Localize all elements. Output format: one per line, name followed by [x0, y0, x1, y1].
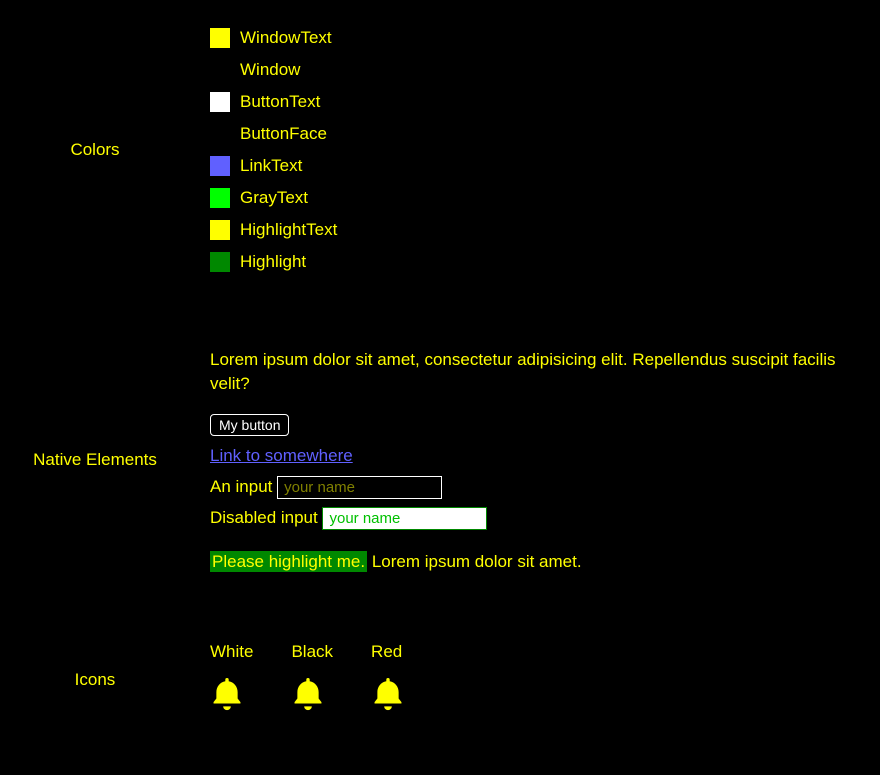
- sample-link[interactable]: Link to somewhere: [210, 446, 353, 465]
- color-name: LinkText: [240, 156, 302, 176]
- color-row: WindowText: [210, 22, 860, 54]
- bell-icon: [371, 676, 405, 719]
- bell-icon: [210, 676, 244, 719]
- input-label: An input: [210, 477, 272, 496]
- color-swatch: [210, 220, 230, 240]
- color-row: Highlight: [210, 246, 860, 278]
- highlight-paragraph: Please highlight me. Lorem ipsum dolor s…: [210, 552, 860, 572]
- icon-item: White: [210, 642, 253, 719]
- native-elements-section: Native Elements Lorem ipsum dolor sit am…: [0, 348, 880, 572]
- icon-label: Black: [291, 642, 333, 662]
- color-name: WindowText: [240, 28, 332, 48]
- icon-item: Black: [291, 642, 333, 719]
- color-row: GrayText: [210, 182, 860, 214]
- disabled-input-label: Disabled input: [210, 508, 318, 527]
- color-row: ButtonText: [210, 86, 860, 118]
- button-row: My button: [210, 414, 860, 436]
- color-name: Highlight: [240, 252, 306, 272]
- input-row: An input: [210, 476, 860, 499]
- colors-list: WindowText Window ButtonText ButtonFace …: [210, 22, 880, 278]
- color-swatch: [210, 252, 230, 272]
- color-name: HighlightText: [240, 220, 337, 240]
- my-button[interactable]: My button: [210, 414, 289, 436]
- color-row: LinkText: [210, 150, 860, 182]
- color-swatch-empty: [210, 124, 230, 144]
- colors-section-label: Colors: [0, 140, 210, 160]
- native-elements-section-label: Native Elements: [0, 450, 210, 470]
- color-name: Window: [240, 60, 300, 80]
- color-row: HighlightText: [210, 214, 860, 246]
- color-row: Window: [210, 54, 860, 86]
- colors-section: Colors WindowText Window ButtonText Butt…: [0, 0, 880, 278]
- icons-section: Icons White Black: [0, 642, 880, 719]
- name-input-disabled[interactable]: [322, 507, 487, 530]
- icon-label: Red: [371, 642, 402, 662]
- highlight-rest-text: Lorem ipsum dolor sit amet.: [367, 552, 581, 571]
- color-row: ButtonFace: [210, 118, 860, 150]
- color-swatch: [210, 28, 230, 48]
- sample-paragraph: Lorem ipsum dolor sit amet, consectetur …: [210, 348, 860, 396]
- color-swatch: [210, 156, 230, 176]
- color-name: ButtonFace: [240, 124, 327, 144]
- icons-section-label: Icons: [0, 670, 210, 690]
- color-name: GrayText: [240, 188, 308, 208]
- color-swatch: [210, 92, 230, 112]
- icons-content: White Black Red: [210, 642, 880, 719]
- icon-item: Red: [371, 642, 405, 719]
- color-swatch: [210, 188, 230, 208]
- link-row: Link to somewhere: [210, 446, 860, 466]
- native-elements-content: Lorem ipsum dolor sit amet, consectetur …: [210, 348, 880, 572]
- highlighted-text: Please highlight me.: [210, 551, 367, 572]
- bell-icon: [291, 676, 325, 719]
- color-name: ButtonText: [240, 92, 320, 112]
- icon-label: White: [210, 642, 253, 662]
- name-input[interactable]: [277, 476, 442, 499]
- color-swatch-empty: [210, 60, 230, 80]
- disabled-input-row: Disabled input: [210, 507, 860, 530]
